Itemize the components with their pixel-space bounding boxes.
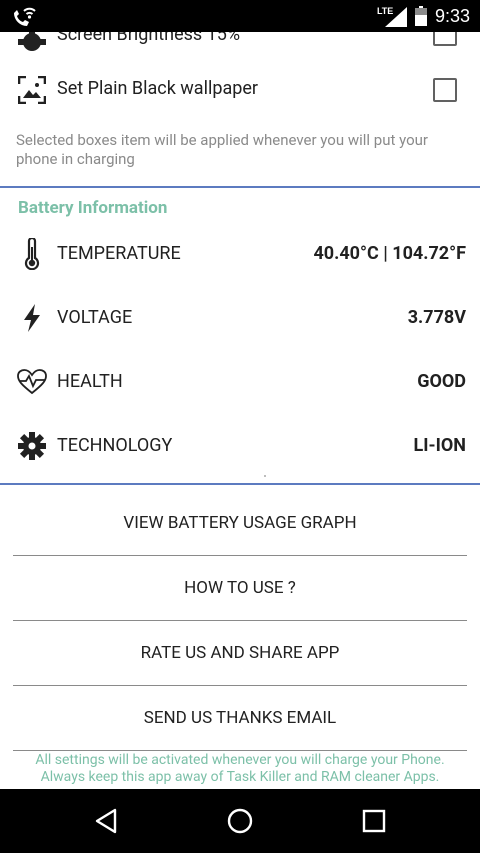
view-battery-graph-button[interactable]: VIEW BATTERY USAGE GRAPH <box>13 491 467 555</box>
voltage-label: VOLTAGE <box>57 307 133 328</box>
gear-icon <box>18 432 46 460</box>
button-separator <box>13 750 467 751</box>
home-circle-icon[interactable] <box>226 807 254 835</box>
footer-note: All settings will be activated whenever … <box>0 752 480 786</box>
back-triangle-icon[interactable] <box>93 807 121 835</box>
technology-value: LI-ION <box>413 435 466 456</box>
wallpaper-label: Set Plain Black wallpaper <box>57 78 259 99</box>
health-label: HEALTH <box>57 371 123 392</box>
navigation-bar <box>0 789 480 853</box>
recent-apps-square-icon[interactable] <box>360 807 388 835</box>
settings-hint: Selected boxes item will be applied when… <box>16 131 428 168</box>
heart-pulse-icon <box>17 369 47 395</box>
wallpaper-checkbox[interactable] <box>433 78 457 102</box>
temperature-value: 40.40°C | 104.72°F <box>313 243 466 264</box>
health-row: HEALTH GOOD <box>0 362 480 402</box>
how-to-use-button[interactable]: HOW TO USE ? <box>13 556 467 620</box>
temperature-row: TEMPERATURE 40.40°C | 104.72°F <box>0 234 480 274</box>
footer-note-line2: Always keep this app away of Task Killer… <box>40 769 440 785</box>
thermometer-icon <box>24 238 40 270</box>
battery-icon <box>414 6 427 26</box>
call-wifi-icon <box>14 7 36 26</box>
battery-info-header: Battery Information <box>18 198 168 218</box>
status-bar: LTE 9:33 <box>0 0 480 32</box>
technology-row: TECHNOLOGY LI-ION <box>0 426 480 466</box>
actions-divider <box>0 483 480 485</box>
voltage-value: 3.778V <box>407 307 466 328</box>
wallpaper-icon <box>18 76 46 104</box>
send-thanks-email-button[interactable]: SEND US THANKS EMAIL <box>13 686 467 750</box>
lte-signal-icon: LTE <box>377 5 407 27</box>
section-divider <box>0 186 480 188</box>
wallpaper-setting-row[interactable]: Set Plain Black wallpaper <box>0 70 480 110</box>
scroll-indicator-dot <box>264 475 266 477</box>
rate-share-button[interactable]: RATE US AND SHARE APP <box>13 621 467 685</box>
status-clock: 9:33 <box>434 5 470 26</box>
lightning-bolt-icon <box>24 304 40 332</box>
health-value: GOOD <box>417 371 466 392</box>
settings-scroll-view[interactable]: Screen Brightness 15% Set Plain Black wa… <box>0 0 480 789</box>
brightness-icon <box>18 28 46 51</box>
technology-label: TECHNOLOGY <box>57 435 173 456</box>
footer-note-line1: All settings will be activated whenever … <box>35 752 445 768</box>
voltage-row: VOLTAGE 3.778V <box>0 298 480 338</box>
temperature-label: TEMPERATURE <box>57 243 181 264</box>
